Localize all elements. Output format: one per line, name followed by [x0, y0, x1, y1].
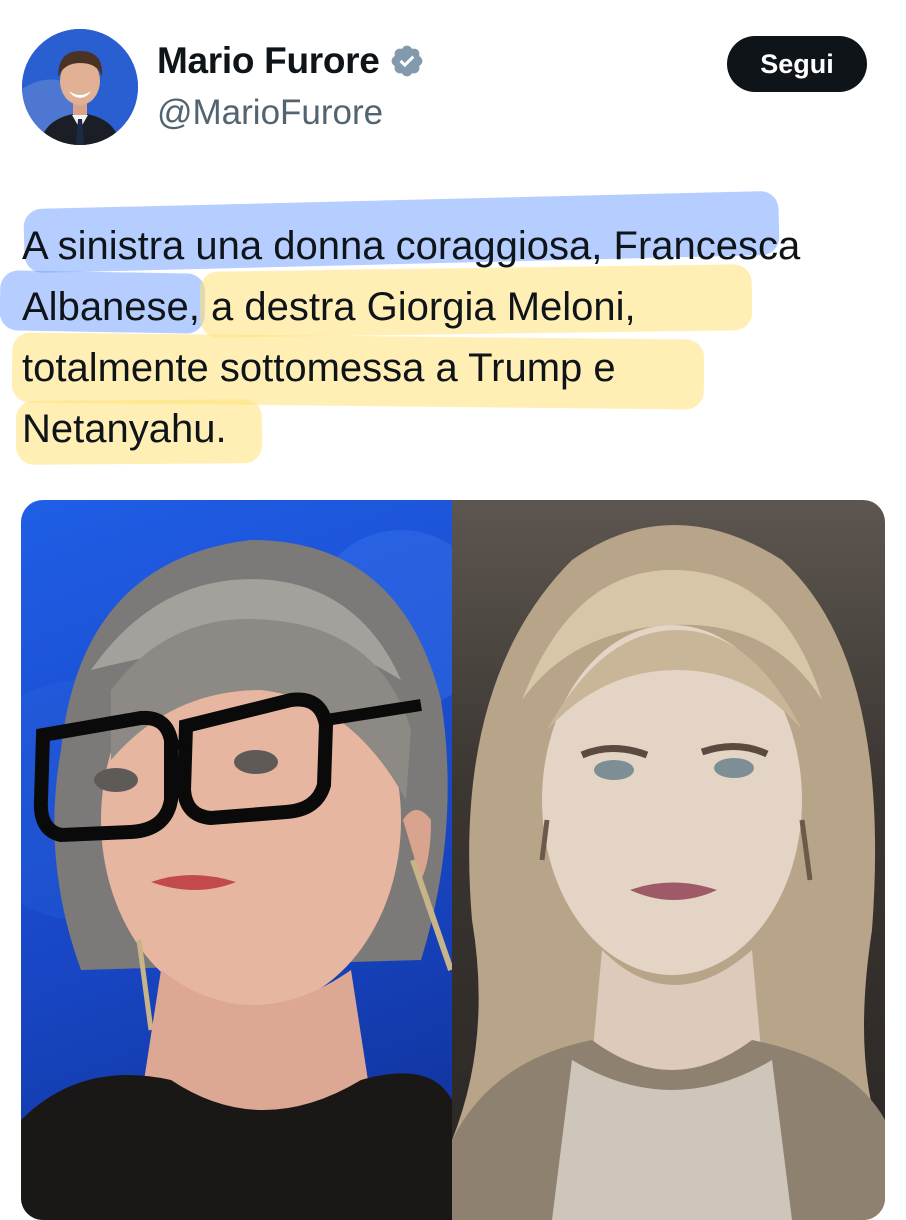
tweet-media[interactable]	[21, 500, 885, 1220]
left-photo-illustration	[21, 530, 452, 1220]
right-photo[interactable]	[452, 500, 885, 1220]
tweet-text: A sinistra una donna coraggiosa, Frances…	[22, 224, 801, 451]
tweet-header: Mario Furore @MarioFurore Segui	[0, 0, 906, 170]
verified-badge-icon	[389, 43, 425, 79]
author-handle[interactable]: @MarioFurore	[157, 93, 383, 133]
follow-button[interactable]: Segui	[727, 36, 867, 92]
author-name-row: Mario Furore	[157, 40, 425, 82]
author-name[interactable]: Mario Furore	[157, 40, 380, 82]
tweet-body: A sinistra una donna coraggiosa, Frances…	[0, 190, 906, 480]
avatar-portrait-graphic	[22, 29, 138, 145]
left-photo[interactable]	[21, 500, 452, 1220]
author-avatar[interactable]	[22, 29, 138, 145]
right-photo-illustration	[452, 525, 885, 1220]
